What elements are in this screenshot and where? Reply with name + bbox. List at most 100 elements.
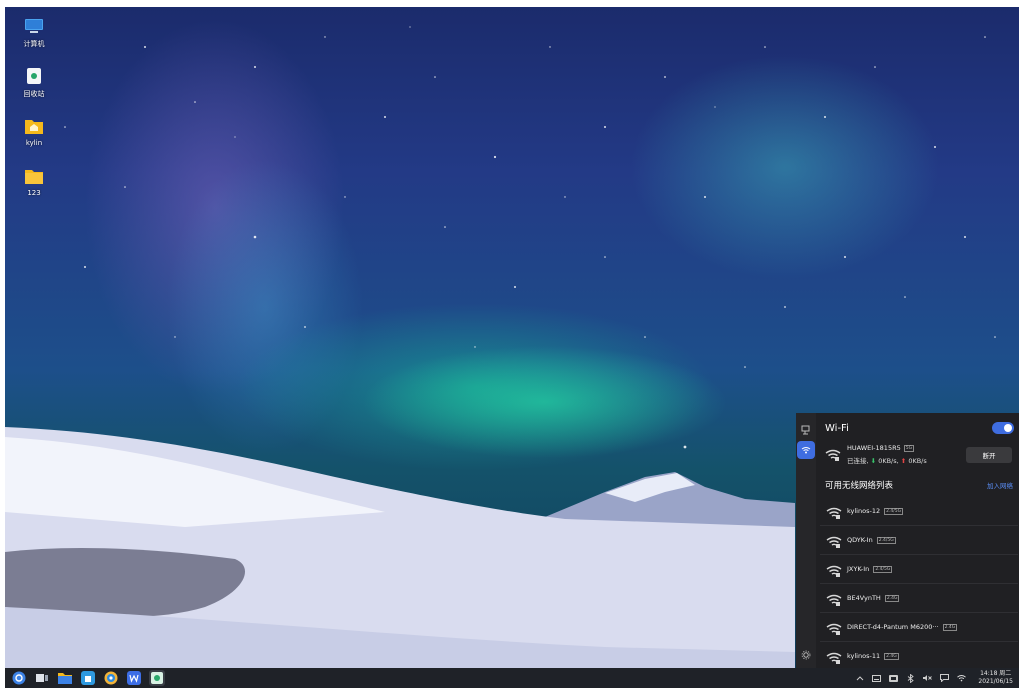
bluetooth-tray-button[interactable] — [906, 673, 915, 683]
wifi-icon — [957, 675, 967, 682]
bluetooth-icon — [908, 673, 915, 683]
gear-icon — [801, 650, 811, 660]
network-panel-main: Wi-Fi HUAWEI-1815R5 5G 已连接, ⬇ 0KB/s, ⬆ 0K… — [816, 413, 1019, 668]
network-name: BE4VynTH 2.4G — [847, 594, 900, 602]
wifi-icon — [801, 447, 811, 454]
home-folder-icon — [24, 117, 44, 135]
band-badge: 2.4/5G — [873, 566, 893, 573]
folder-icon — [24, 167, 44, 185]
network-panel-sidebar — [796, 413, 816, 668]
chevron-up-icon — [856, 676, 864, 681]
keyboard-icon — [872, 674, 882, 682]
wifi-signal-lock-icon — [826, 534, 842, 553]
network-item[interactable]: JXYK-In 2.4/5G — [820, 555, 1018, 584]
trash-icon — [24, 67, 44, 85]
band-badge: 2.4/5G — [876, 537, 896, 544]
wifi-panel-title: Wi-Fi — [825, 423, 849, 434]
input-method-tray-button[interactable] — [889, 674, 899, 683]
network-ssid: JXYK-In — [847, 565, 870, 573]
disconnect-button[interactable]: 断开 — [966, 447, 1012, 463]
volume-muted-icon — [923, 675, 933, 681]
taskbar: 14:18 周二 2021/06/15 — [5, 668, 1019, 688]
network-ssid: DIRECT-d4-Pantum M6200··· — [847, 623, 939, 631]
download-arrow-icon: ⬇ — [870, 457, 877, 465]
current-network-ssid: HUAWEI-1815R5 — [847, 444, 901, 452]
computer-icon — [24, 17, 44, 35]
desktop-icon-label: 123 — [27, 189, 41, 197]
band-badge: 2.4G — [942, 624, 958, 631]
wifi-signal-lock-icon — [826, 650, 842, 669]
network-item[interactable]: QDYK-In 2.4/5G — [820, 526, 1018, 555]
file-manager-button[interactable] — [57, 670, 73, 686]
wifi-signal-lock-icon — [826, 563, 842, 582]
image-viewer-button[interactable] — [149, 670, 165, 686]
start-menu-button[interactable] — [11, 670, 27, 686]
desktop-icon-label: kylin — [25, 139, 43, 147]
tray-expand-button[interactable] — [855, 674, 864, 683]
desktop-icons: 计算机 回收站 kylin 123 — [14, 17, 54, 217]
network-item[interactable]: DIRECT-d4-Pantum M6200··· 2.4G — [820, 613, 1018, 642]
clock-time: 14:18 周二 — [980, 670, 1012, 677]
network-settings-button[interactable] — [797, 646, 815, 664]
network-name: kylinos-12 2.4/5G — [847, 507, 904, 515]
browser-button[interactable] — [103, 670, 119, 686]
clock[interactable]: 14:18 周二 2021/06/15 — [978, 670, 1013, 686]
software-store-icon — [81, 671, 95, 685]
network-ssid: kylinos-12 — [847, 507, 881, 515]
network-name: JXYK-In 2.4/5G — [847, 565, 893, 573]
wifi-tab[interactable] — [797, 441, 815, 459]
network-item[interactable]: BE4VynTH 2.4G — [820, 584, 1018, 613]
notification-tray-button[interactable] — [940, 674, 950, 683]
input-method-icon — [889, 674, 899, 682]
wifi-toggle[interactable] — [992, 422, 1014, 434]
band-badge: 2.4G — [884, 653, 899, 660]
join-network-link[interactable]: 加入网络 — [987, 480, 1013, 490]
volume-tray-button[interactable] — [923, 674, 933, 683]
network-name: kylinos-11 2.4G — [847, 652, 899, 660]
system-tray: 14:18 周二 2021/06/15 — [855, 668, 1013, 688]
browser-icon — [104, 671, 118, 685]
desktop-icon-trash[interactable]: 回收站 — [14, 67, 54, 117]
desktop-icon-folder-123[interactable]: 123 — [14, 167, 54, 217]
wired-network-tab[interactable] — [797, 421, 815, 439]
network-panel: Wi-Fi HUAWEI-1815R5 5G 已连接, ⬇ 0KB/s, ⬆ 0K… — [796, 413, 1019, 668]
wired-network-icon — [801, 425, 810, 435]
multitask-view-icon — [36, 674, 48, 682]
toggle-knob — [1004, 424, 1012, 432]
desktop-icon-label: 回收站 — [23, 90, 45, 98]
desktop-icon-kylin-home[interactable]: kylin — [14, 117, 54, 167]
network-name: DIRECT-d4-Pantum M6200··· 2.4G — [847, 623, 958, 631]
multitask-view-button[interactable] — [34, 670, 50, 686]
current-network-name: HUAWEI-1815R5 5G — [847, 444, 915, 452]
keyboard-tray-button[interactable] — [872, 674, 882, 683]
network-item[interactable]: kylinos-12 2.4/5G — [820, 497, 1018, 526]
wifi-signal-lock-icon — [826, 592, 842, 611]
network-ssid: kylinos-11 — [847, 652, 881, 660]
clock-date: 2021/06/15 — [978, 678, 1013, 685]
wifi-signal-lock-icon — [826, 621, 842, 640]
start-menu-icon — [12, 671, 26, 685]
network-ssid: QDYK-In — [847, 536, 873, 544]
message-icon — [940, 674, 950, 682]
available-networks-list: kylinos-12 2.4/5G QDYK-In 2.4/5G JXYK-In 2.… — [820, 497, 1018, 671]
software-store-button[interactable] — [80, 670, 96, 686]
band-badge: 5G — [903, 445, 915, 452]
network-item[interactable]: kylinos-11 2.4G — [820, 642, 1018, 671]
desktop-icon-computer[interactable]: 计算机 — [14, 17, 54, 67]
band-badge: 2.4G — [884, 595, 900, 602]
wifi-signal-lock-icon — [826, 505, 842, 524]
wifi-signal-lock-icon — [825, 447, 841, 466]
wps-writer-button[interactable] — [126, 670, 142, 686]
wps-writer-icon — [127, 671, 141, 685]
speed-separator: , — [896, 457, 899, 465]
desktop-icon-label: 计算机 — [23, 40, 45, 48]
network-name: QDYK-In 2.4/5G — [847, 536, 896, 544]
wifi-tray-button[interactable] — [957, 674, 967, 683]
connection-status: 已连接, ⬇ 0KB/s, ⬆ 0KB/s — [847, 455, 927, 465]
network-ssid: BE4VynTH — [847, 594, 881, 602]
image-viewer-icon — [151, 672, 163, 684]
upload-speed: 0KB/s — [908, 457, 927, 465]
download-speed: 0KB/s — [878, 457, 897, 465]
band-badge: 2.4/5G — [884, 508, 904, 515]
upload-arrow-icon: ⬆ — [900, 457, 907, 465]
